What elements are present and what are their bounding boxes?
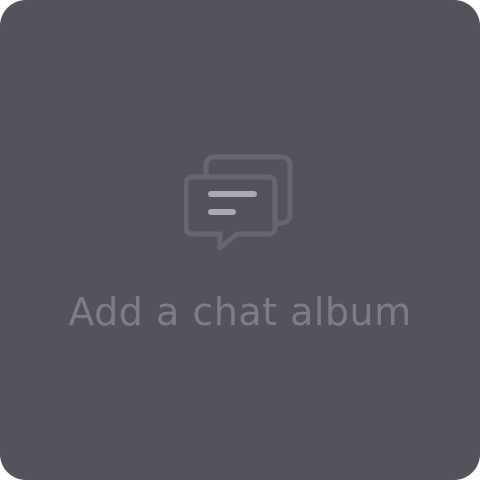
add-chat-album-card[interactable]: Add a chat album (0, 0, 480, 480)
add-chat-album-label: Add a chat album (68, 290, 412, 334)
chat-bubbles-icon (183, 154, 294, 254)
